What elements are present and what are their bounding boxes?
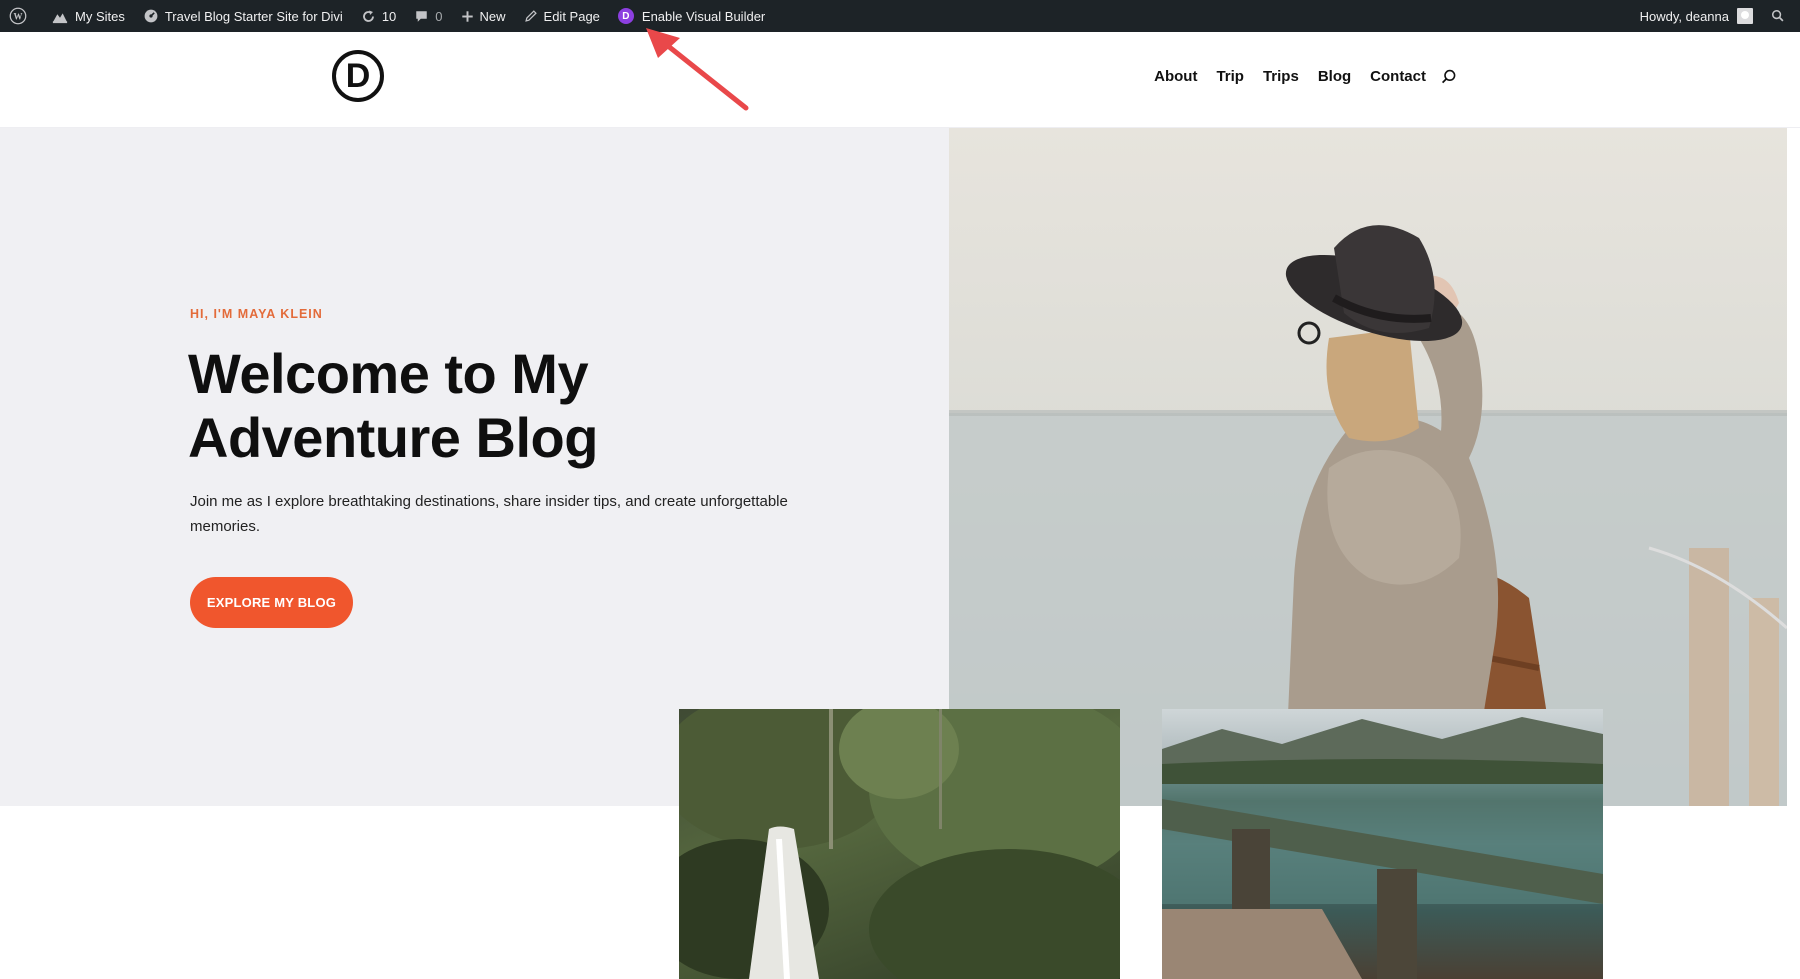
edit-page-label: Edit Page [543, 8, 600, 24]
nav-trips[interactable]: Trips [1263, 68, 1299, 85]
comments-link[interactable]: 0 [405, 0, 451, 32]
hero-title: Welcome to My Adventure Blog [188, 342, 598, 469]
howdy-label: Howdy, deanna [1639, 8, 1729, 24]
hero-image [949, 128, 1787, 806]
new-content-menu[interactable]: New [452, 0, 515, 32]
logo-letter: D [345, 57, 371, 95]
admin-search[interactable] [1762, 0, 1800, 32]
nav-about[interactable]: About [1154, 68, 1197, 85]
lake-dock-illustration [1162, 717, 1603, 979]
waterfall-card-image[interactable] [679, 709, 1120, 979]
site-logo[interactable]: D [332, 50, 384, 102]
account-menu[interactable]: Howdy, deanna [1631, 0, 1762, 32]
hero-photo-illustration [949, 225, 1787, 806]
wordpress-icon: W [9, 7, 27, 25]
dashboard-icon [144, 9, 158, 23]
site-header: D About Trip Trips Blog Contact [0, 32, 1800, 128]
nav-contact[interactable]: Contact [1370, 68, 1426, 85]
main-nav: About Trip Trips Blog Contact [1154, 68, 1457, 85]
search-icon[interactable] [1441, 69, 1457, 85]
nav-blog[interactable]: Blog [1318, 68, 1351, 85]
site-name-menu[interactable]: Travel Blog Starter Site for Divi [134, 0, 352, 32]
pencil-icon [524, 10, 537, 22]
nav-trip[interactable]: Trip [1216, 68, 1244, 85]
my-sites-label: My Sites [75, 8, 125, 24]
hero-description: Join me as I explore breathtaking destin… [190, 493, 788, 535]
comments-count: 0 [435, 8, 443, 24]
my-sites-menu[interactable]: My Sites [42, 0, 134, 32]
new-label: New [479, 8, 506, 24]
hero-eyebrow: HI, I'M MAYA KLEIN [190, 307, 323, 321]
search-icon [1771, 9, 1784, 22]
annotation-arrow-icon [646, 28, 749, 111]
svg-text:W: W [14, 12, 23, 22]
updates-icon [362, 10, 374, 22]
updates-link[interactable]: 10 [352, 0, 405, 32]
wordpress-menu[interactable]: W [0, 0, 42, 32]
waterfall-illustration [679, 709, 1120, 979]
site-name-label: Travel Blog Starter Site for Divi [164, 8, 343, 24]
comments-icon [416, 10, 428, 22]
explore-blog-button[interactable]: EXPLORE MY BLOG [190, 577, 353, 628]
divi-icon: D [617, 8, 634, 24]
my-sites-icon [52, 13, 68, 24]
updates-count: 10 [381, 8, 397, 24]
wp-admin-bar: W My Sites Travel Blog Starter Site for … [0, 0, 1800, 32]
avatar [1737, 8, 1753, 24]
edit-page-link[interactable]: Edit Page [515, 0, 609, 32]
lake-dock-card-image[interactable] [1162, 709, 1603, 979]
plus-icon [461, 10, 473, 22]
